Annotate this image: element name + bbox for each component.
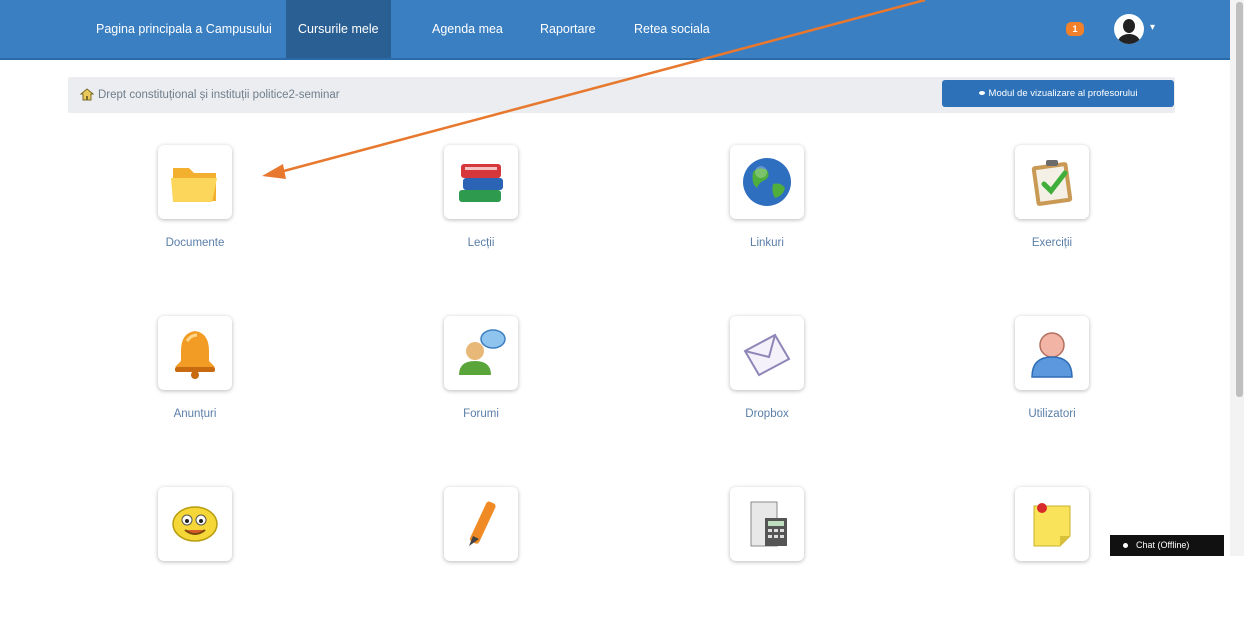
avatar-head: [1123, 19, 1135, 33]
tool-label[interactable]: Utilizatori: [963, 408, 1141, 420]
tool-tile[interactable]: [1015, 487, 1089, 561]
tool-exercises[interactable]: Exerciții: [963, 145, 1143, 295]
nav-campus-home[interactable]: Pagina principala a Campusului: [84, 0, 284, 58]
tool-tile[interactable]: [158, 316, 232, 390]
tool-tile[interactable]: [730, 316, 804, 390]
nav-my-courses[interactable]: Cursurile mele: [286, 0, 391, 58]
user-icon: [1031, 332, 1073, 378]
tool-forums[interactable]: Forumi: [392, 316, 572, 466]
eye-icon: [978, 91, 985, 96]
tool-notes[interactable]: [963, 487, 1143, 637]
bell-icon: [175, 331, 215, 379]
tool-label[interactable]: Linkuri: [678, 237, 856, 249]
tool-tile[interactable]: [730, 145, 804, 219]
tool-lessons[interactable]: Lecții: [392, 145, 572, 295]
top-navbar: Pagina principala a Campusului Cursurile…: [0, 0, 1230, 60]
calculator-icon: [750, 501, 787, 547]
tool-label[interactable]: Forumi: [392, 408, 570, 420]
tool-users[interactable]: Utilizatori: [963, 316, 1143, 466]
teacher-view-button[interactable]: Modul de vizualizare al profesorului: [942, 80, 1174, 107]
teacher-view-label: Modul de vizualizare al profesorului: [988, 88, 1138, 99]
user-avatar-icon[interactable]: [1114, 14, 1144, 44]
tool-tile[interactable]: [158, 487, 232, 561]
tool-label[interactable]: Dropbox: [678, 408, 856, 420]
tool-tile[interactable]: [1015, 316, 1089, 390]
chevron-down-icon[interactable]: ▾: [1150, 22, 1155, 33]
pencil-icon: [469, 501, 496, 546]
globe-icon: [743, 158, 791, 206]
nav-my-agenda[interactable]: Agenda mea: [420, 0, 515, 58]
envelope-icon: [743, 333, 791, 377]
tool-tile[interactable]: [730, 487, 804, 561]
folder-icon: [171, 168, 217, 202]
sticky-note-icon: [1033, 503, 1071, 547]
tool-dropbox[interactable]: Dropbox: [678, 316, 858, 466]
tool-chat[interactable]: [106, 487, 286, 637]
tool-tile[interactable]: [1015, 145, 1089, 219]
home-icon[interactable]: [80, 88, 94, 101]
nav-social-network[interactable]: Retea sociala: [622, 0, 722, 58]
books-icon: [459, 164, 503, 202]
status-dot-icon: [1123, 543, 1128, 548]
smiley-chat-icon: [172, 506, 218, 542]
tool-links[interactable]: Linkuri: [678, 145, 858, 295]
tool-tile[interactable]: [158, 145, 232, 219]
tool-label[interactable]: Lecții: [392, 237, 570, 249]
tool-pencil[interactable]: [392, 487, 572, 637]
nav-reporting[interactable]: Raportare: [528, 0, 608, 58]
tool-documents[interactable]: Documente: [106, 145, 286, 295]
tool-label[interactable]: Documente: [106, 237, 284, 249]
notification-badge[interactable]: 1: [1066, 22, 1084, 36]
breadcrumb-course-title[interactable]: Drept constituțional și instituții polit…: [98, 77, 340, 113]
chat-status-bar[interactable]: Chat (Offline): [1110, 535, 1224, 556]
tool-calculator[interactable]: [678, 487, 858, 637]
scrollbar-thumb[interactable]: [1236, 2, 1243, 397]
tool-label[interactable]: Anunțuri: [106, 408, 284, 420]
tool-announcements[interactable]: Anunțuri: [106, 316, 286, 466]
tool-tile[interactable]: [444, 316, 518, 390]
avatar-shoulders: [1118, 34, 1140, 44]
checklist-icon: [1031, 160, 1073, 206]
tool-label[interactable]: Exerciții: [963, 237, 1141, 249]
tool-tile[interactable]: [444, 145, 518, 219]
forum-users-icon: [459, 329, 506, 375]
tool-tile[interactable]: [444, 487, 518, 561]
chat-label: Chat (Offline): [1136, 540, 1190, 550]
